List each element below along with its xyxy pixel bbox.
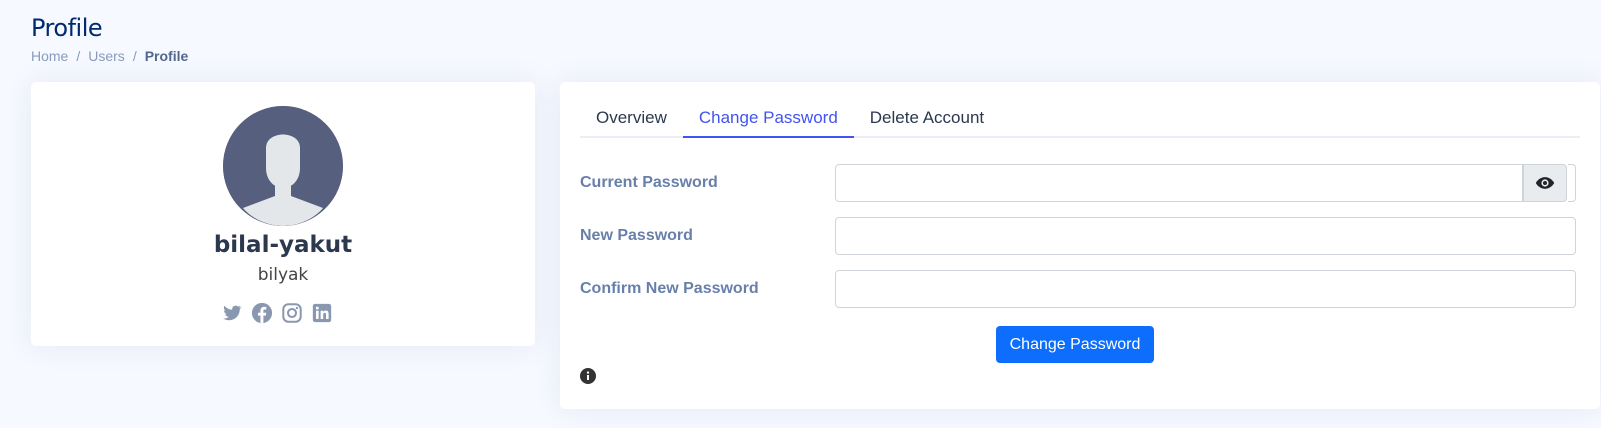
breadcrumb-users[interactable]: Users: [88, 48, 125, 64]
current-password-input[interactable]: [835, 164, 1523, 202]
toggle-password-button[interactable]: [1523, 164, 1567, 202]
breadcrumb-home[interactable]: Home: [31, 48, 68, 64]
breadcrumb-profile: Profile: [144, 48, 189, 64]
password-card: Overview Change Password Delete Account …: [560, 82, 1600, 409]
breadcrumb: Home / Users / Profile: [31, 48, 188, 64]
tab-delete-account[interactable]: Delete Account: [854, 100, 1000, 136]
page-title: Profile: [31, 14, 103, 42]
breadcrumb-separator: /: [132, 48, 137, 64]
linkedin-icon[interactable]: [311, 302, 333, 324]
current-password-row: Current Password: [580, 164, 1580, 202]
confirm-password-label: Confirm New Password: [580, 280, 759, 297]
facebook-icon[interactable]: [251, 302, 273, 324]
page-title-section: Profile Home / Users / Profile: [31, 14, 188, 64]
current-password-label: Current Password: [580, 174, 718, 191]
info-icon[interactable]: [580, 368, 596, 384]
profile-name: bilal-yakut: [213, 232, 353, 258]
avatar: [223, 106, 343, 226]
tab-change-password[interactable]: Change Password: [682, 100, 854, 138]
profile-tabs: Overview Change Password Delete Account: [580, 100, 1580, 138]
profile-username: bilyak: [257, 265, 309, 285]
profile-card: bilal-yakut bilyak: [31, 82, 535, 346]
input-group-edge: [1568, 164, 1576, 202]
new-password-row: New Password: [580, 217, 1580, 255]
confirm-password-row: Confirm New Password: [580, 270, 1580, 308]
new-password-input[interactable]: [835, 217, 1576, 255]
instagram-icon[interactable]: [281, 302, 303, 324]
breadcrumb-separator: /: [76, 48, 81, 64]
social-links: [221, 302, 333, 324]
tab-overview[interactable]: Overview: [580, 100, 683, 136]
twitter-icon[interactable]: [221, 302, 243, 324]
change-password-button[interactable]: Change Password: [996, 326, 1154, 363]
new-password-label: New Password: [580, 227, 693, 244]
eye-icon: [1535, 173, 1555, 193]
confirm-password-input[interactable]: [835, 270, 1576, 308]
